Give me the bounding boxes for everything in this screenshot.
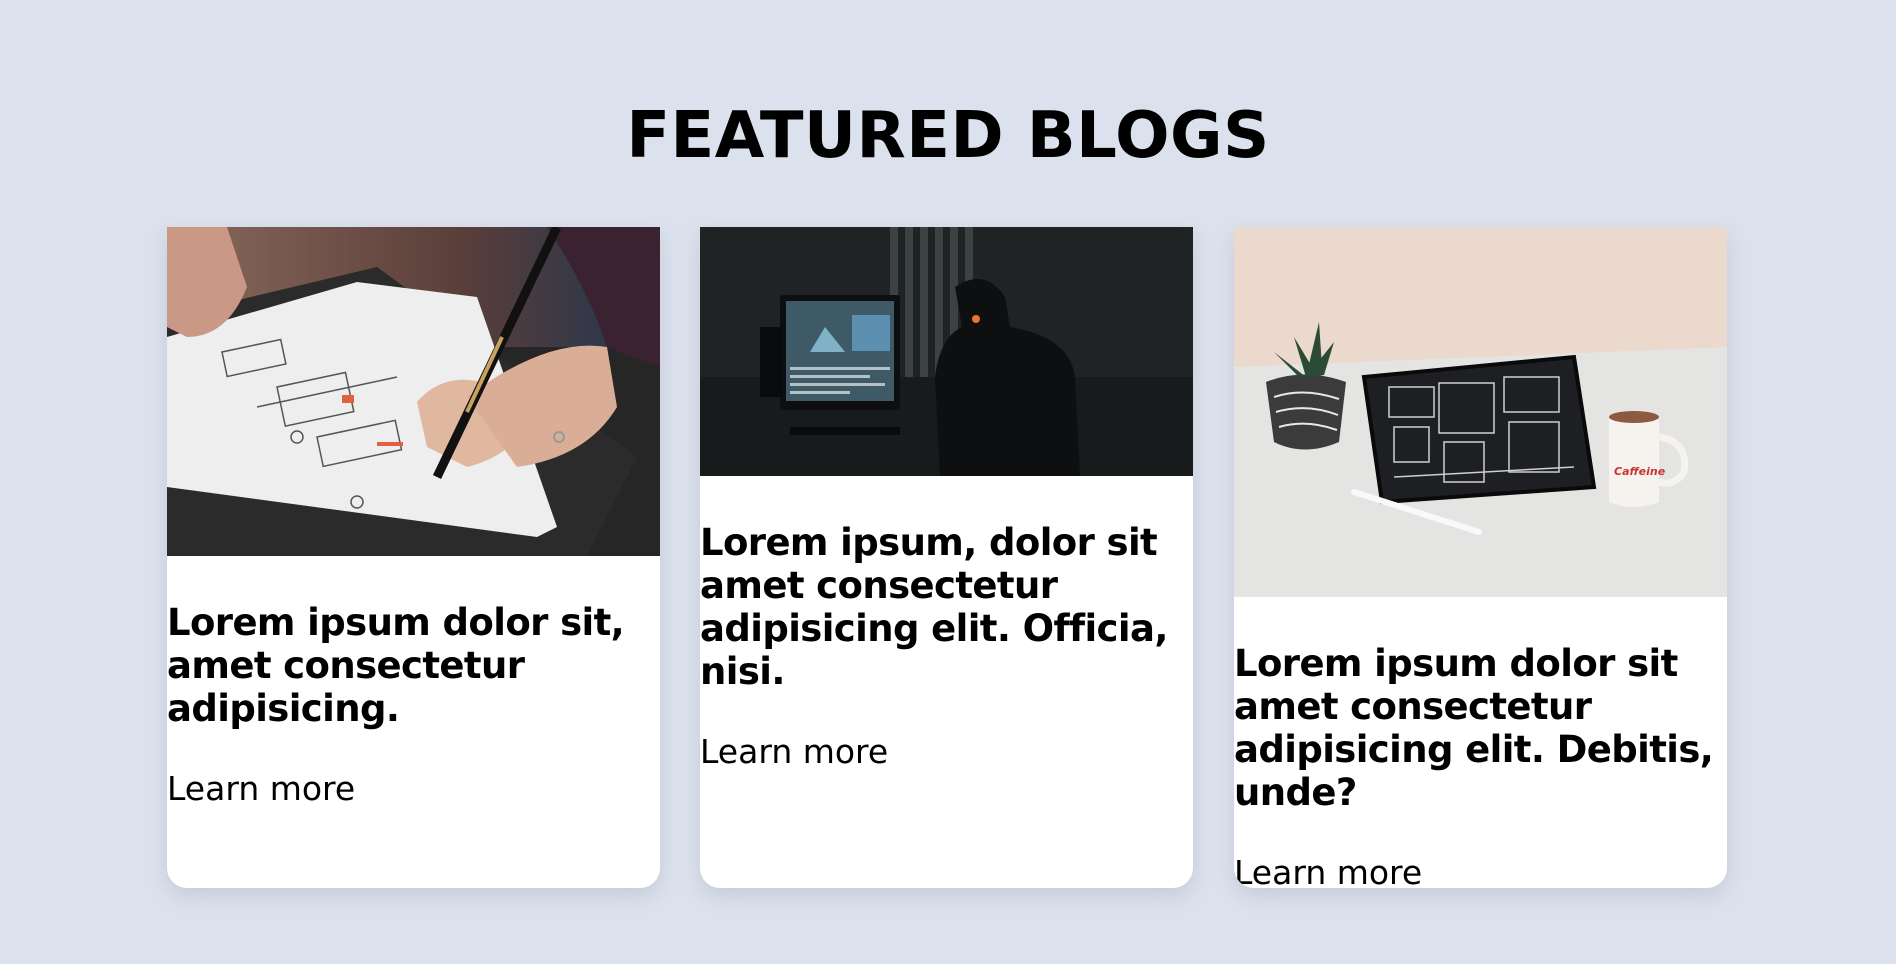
blog-card-title: Lorem ipsum dolor sit amet consectetur a… [1234, 642, 1714, 814]
blog-card-title: Lorem ipsum, dolor sit amet consectetur … [700, 521, 1168, 693]
blog-card-image [167, 227, 660, 556]
blog-card[interactable]: Lorem ipsum, dolor sit amet consectetur … [700, 227, 1193, 888]
tablet-plant-mug-photo: Caffeine [1234, 227, 1727, 597]
learn-more-link[interactable]: Learn more [167, 769, 660, 809]
blog-card-image [700, 227, 1193, 476]
blog-card[interactable]: Lorem ipsum dolor sit, amet consectetur … [167, 227, 660, 888]
section-title: FEATURED BLOGS [626, 99, 1270, 173]
video-editing-desk-photo [700, 227, 1193, 476]
learn-more-link[interactable]: Learn more [700, 732, 1193, 772]
blog-card[interactable]: Caffeine Lorem ipsum dolor sit amet cons… [1234, 227, 1727, 888]
blog-card-image: Caffeine [1234, 227, 1727, 597]
wireframe-sketching-photo [167, 227, 660, 556]
mug-logo-text: Caffeine [1614, 465, 1666, 478]
learn-more-link[interactable]: Learn more [1234, 853, 1727, 888]
blog-card-title: Lorem ipsum dolor sit, amet consectetur … [167, 601, 625, 730]
